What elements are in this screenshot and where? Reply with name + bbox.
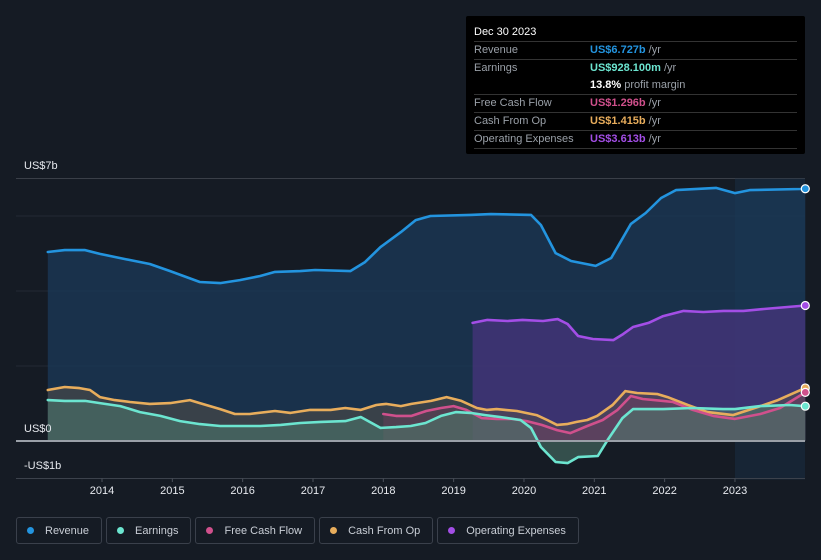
tooltip-value: US$3.613b xyxy=(590,133,646,145)
operating-expenses-end-marker xyxy=(800,300,810,311)
tooltip-value: US$1.415b xyxy=(590,115,646,127)
x-tick-label: 2018 xyxy=(371,485,396,497)
tooltip-unit: /yr xyxy=(663,62,677,74)
legend-dot-icon xyxy=(27,527,34,534)
legend-dot-icon xyxy=(206,527,214,534)
legend-label: Operating Expenses xyxy=(466,524,566,537)
legend-dot-icon xyxy=(117,527,125,534)
tooltip-value: US$6.727b xyxy=(590,44,646,56)
x-tick-label: 2016 xyxy=(230,485,255,497)
tooltip-unit: /yr xyxy=(648,97,661,109)
legend-label: Revenue xyxy=(45,524,90,537)
tooltip-label: Earnings xyxy=(474,62,518,74)
legend-label: Earnings xyxy=(135,524,179,537)
tooltip-value: US$1.296b xyxy=(590,97,646,109)
data-tooltip: Dec 30 2023 Revenue US$6.727b /yr Earnin… xyxy=(466,16,805,154)
tooltip-row-earnings: Earnings US$928.100m /yr xyxy=(474,60,797,77)
revenue-end-marker xyxy=(800,184,810,194)
legend-item-earnings[interactable]: Earnings xyxy=(106,517,192,544)
legend-item-revenue[interactable]: Revenue xyxy=(16,517,103,544)
x-ticks xyxy=(101,478,736,482)
legend-item-cash-from-op[interactable]: Cash From Op xyxy=(319,517,434,544)
y-tick-label-0: US$0 xyxy=(24,423,52,435)
tooltip-row-free-cash-flow: Free Cash Flow US$1.296b /yr xyxy=(474,95,797,113)
legend-item-operating-expenses[interactable]: Operating Expenses xyxy=(437,517,579,544)
tooltip-label: Cash From Op xyxy=(474,115,547,127)
tooltip-unit: /yr xyxy=(648,133,661,145)
tooltip-value: 13.8% xyxy=(590,79,622,91)
tooltip-label: Free Cash Flow xyxy=(474,97,552,109)
x-tick-label: 2020 xyxy=(511,485,537,497)
legend-dot-icon xyxy=(448,527,456,534)
legend-label: Free Cash Flow xyxy=(224,524,303,537)
legend-item-free-cash-flow[interactable]: Free Cash Flow xyxy=(195,517,316,544)
tooltip-row-operating-expenses: Operating Expenses US$3.613b /yr xyxy=(474,131,797,149)
x-tick-label: 2022 xyxy=(652,485,677,497)
tooltip-row-profit-margin: 13.8% profit margin xyxy=(474,77,797,95)
x-tick-label: 2014 xyxy=(89,485,115,497)
free-cash-flow-end-marker xyxy=(800,387,810,397)
tooltip-label: Revenue xyxy=(474,44,519,56)
tooltip-unit: profit margin xyxy=(624,79,686,91)
tooltip-label: Operating Expenses xyxy=(474,133,574,145)
x-tick-label: 2017 xyxy=(300,485,326,497)
legend-dot-icon xyxy=(330,527,338,534)
tooltip-unit: /yr xyxy=(648,115,661,127)
tooltip-value: US$928.100m xyxy=(590,62,661,74)
x-tick-label: 2021 xyxy=(582,485,607,497)
tooltip-unit: /yr xyxy=(648,44,661,56)
tooltip-date: Dec 30 2023 xyxy=(474,24,797,42)
legend-label: Cash From Op xyxy=(348,524,421,537)
chart-legend: Revenue Earnings Free Cash Flow Cash Fro… xyxy=(16,517,579,544)
y-tick-label-7b: US$7b xyxy=(24,160,58,172)
tooltip-row-cash-from-op: Cash From Op US$1.415b /yr xyxy=(474,113,797,131)
earnings-end-marker xyxy=(800,401,810,411)
tooltip-row-revenue: Revenue US$6.727b /yr xyxy=(474,42,797,60)
x-tick-label: 2023 xyxy=(722,485,748,497)
y-tick-label-neg1b: -US$1b xyxy=(24,460,62,472)
tooltip-label xyxy=(474,77,590,94)
x-tick-label: 2015 xyxy=(160,485,185,497)
x-tick-label: 2019 xyxy=(441,485,466,497)
